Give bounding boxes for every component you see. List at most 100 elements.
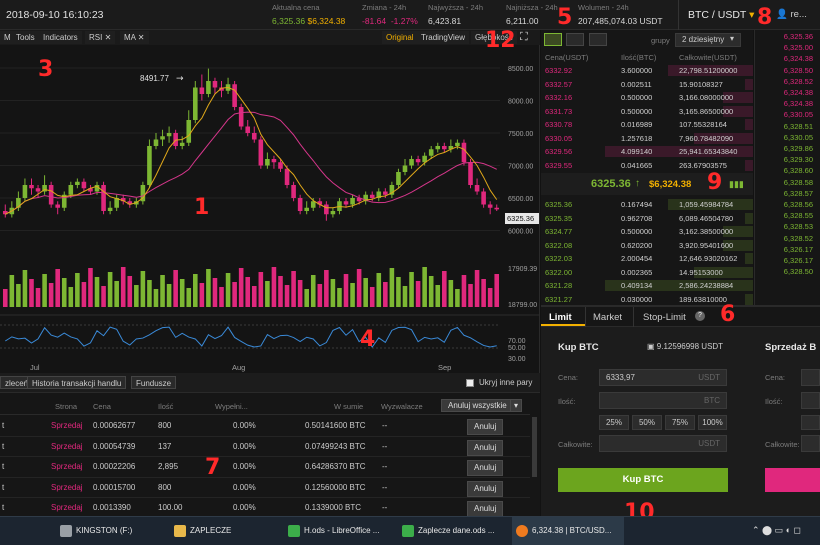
ob-qty: 0.500000 <box>621 227 653 236</box>
chevron-down-icon: ▾ <box>749 9 755 21</box>
volume-bar <box>297 280 303 307</box>
fullscreen-icon[interactable]: ⛶ <box>520 31 528 44</box>
total-input[interactable]: USDT <box>599 435 727 452</box>
orderbook-row[interactable]: 6332.16 0.500000 3,166.08000000 <box>541 91 753 105</box>
order-cell: 0.00022206 <box>93 462 136 471</box>
tab-limit[interactable]: Limit <box>549 312 572 323</box>
candle-body <box>343 201 349 205</box>
tab-stop-limit[interactable]: Stop-Limit <box>643 312 686 323</box>
cancel-order-button[interactable]: Anuluj <box>467 460 504 476</box>
orderbook-row[interactable]: 6325.35 0.962708 6,089.46504780 <box>541 212 753 226</box>
rsi-line <box>5 326 497 348</box>
ob-price: 6330.78 <box>545 120 573 129</box>
hide-pairs-checkbox[interactable] <box>466 379 474 387</box>
cancel-order-button[interactable]: Anuluj <box>467 501 504 517</box>
view-bids-icon[interactable] <box>566 33 584 46</box>
x-tick-label: Jul <box>30 363 40 372</box>
taskbar-kingston[interactable]: KINGSTON (F:) <box>56 517 166 545</box>
ob-price: 6321.28 <box>545 281 573 290</box>
pair-selector[interactable]: BTC / USDT ▾ <box>688 9 754 21</box>
arrow-up-icon: ↑ <box>635 178 640 189</box>
low-value: 6,211.00 <box>506 16 539 26</box>
qty-input[interactable]: BTC <box>599 392 727 409</box>
pct-25-button[interactable]: 25% <box>599 415 629 430</box>
y-tick-label: 7500.00 <box>508 131 533 138</box>
orders-header: Strona Cena Ilość Wypełni... W sumie Wyz… <box>0 397 530 415</box>
orderbook-row[interactable]: 6330.05 1.257618 7,960.78482090 <box>541 132 753 146</box>
view-both-icon[interactable] <box>544 33 562 46</box>
user-menu[interactable]: 👤 re... <box>776 9 807 20</box>
ob-total: 15.90108327 <box>679 79 723 89</box>
cancel-order-button[interactable]: Anuluj <box>467 419 504 435</box>
tools-button[interactable]: Tools <box>12 31 39 44</box>
taskbar-browser[interactable]: 6,324.38 | BTC/USD... <box>512 517 624 545</box>
sell-total-input[interactable] <box>801 435 820 452</box>
close-icon[interactable]: ✕ <box>138 33 145 42</box>
original-view-button[interactable]: Original <box>382 31 418 44</box>
divider <box>633 307 634 327</box>
y-tick-label: 8000.00 <box>508 99 533 106</box>
candle-body <box>402 165 408 172</box>
chevron-down-icon[interactable]: ▾ <box>510 399 523 412</box>
volume-bar <box>474 270 480 307</box>
orderbook-row[interactable]: 6332.92 3.600000 22,798.51200000 <box>541 64 753 78</box>
trade-price: 6,328.58 <box>783 177 813 187</box>
trade-price: 6,328.55 <box>783 211 813 221</box>
ma-indicator[interactable]: MA ✕ <box>120 31 149 44</box>
y-tick-label: 70.00 <box>508 338 526 345</box>
orderbook-row[interactable]: 6330.78 0.016989 107.55328164 <box>541 118 753 132</box>
ob-header-total: Całkowite(USDT) <box>679 53 737 62</box>
peak-marker: 8491.77 → <box>140 74 184 84</box>
volume-bar <box>225 273 231 307</box>
tab-market[interactable]: Market <box>593 312 622 323</box>
tradingview-button[interactable]: TradingView <box>417 31 470 44</box>
indicators-button[interactable]: Indicators <box>39 31 82 44</box>
trade-price: 6,324.38 <box>783 54 813 64</box>
ob-header-qty: Ilość(BTC) <box>621 53 657 62</box>
candle-body <box>186 120 192 143</box>
orderbook-row[interactable]: 6325.36 0.167494 1,059.45984784 <box>541 198 753 212</box>
price-chart[interactable]: 8500.00 8000.00 7500.00 7000.00 6500.00 6000.… <box>0 45 540 373</box>
orderbook-row[interactable]: 6321.28 0.409134 2,586.24238884 <box>541 279 753 293</box>
orderbook-row[interactable]: 6324.77 0.500000 3,162.38500000 <box>541 225 753 239</box>
volume-bar <box>238 268 244 307</box>
volume-bar <box>330 279 336 307</box>
sell-pct-button[interactable] <box>801 415 820 430</box>
pct-75-button[interactable]: 75% <box>665 415 695 430</box>
ob-total: 7,960.78482090 <box>679 133 734 143</box>
orderbook-row[interactable]: 6322.03 2.000454 12,646.93020162 <box>541 252 753 266</box>
orderbook-row[interactable]: 6322.00 0.002365 14.95153000 <box>541 266 753 280</box>
cancel-all-button[interactable]: Anuluj wszystkie <box>441 399 514 412</box>
view-asks-icon[interactable] <box>589 33 607 46</box>
close-icon[interactable]: ✕ <box>105 33 112 42</box>
pct-50-button[interactable]: 50% <box>632 415 662 430</box>
taskbar-zaplecze[interactable]: ZAPLECZE <box>170 517 278 545</box>
tray-icons[interactable]: ⌃ ⬤ ▭ ◐ ◻ <box>752 525 801 536</box>
pct-100-button[interactable]: 100% <box>698 415 727 430</box>
cancel-order-button[interactable]: Anuluj <box>467 480 504 497</box>
buy-button[interactable]: Kup BTC <box>558 468 728 492</box>
cancel-order-button[interactable]: Anuluj <box>467 439 504 456</box>
orderbook-row[interactable]: 6322.08 0.620200 3,920.95401600 <box>541 239 753 253</box>
taskbar-hods[interactable]: H.ods - LibreOffice ... <box>284 517 394 545</box>
datetime: 2018-09-10 16:10:23 <box>6 9 104 21</box>
volume-bar <box>219 287 224 307</box>
price-input[interactable]: 6333,97 USDT <box>599 369 727 386</box>
sell-qty-input[interactable] <box>801 392 820 409</box>
tab-funds[interactable]: Fundusze <box>131 376 177 389</box>
candle-body <box>383 191 388 195</box>
ob-qty: 0.016989 <box>621 120 653 129</box>
sell-price-input[interactable] <box>801 369 820 386</box>
scrollbar[interactable] <box>532 417 537 477</box>
orderbook-row[interactable]: 6332.57 0.002511 15.90108327 <box>541 78 753 92</box>
tab-trade-history[interactable]: Historia transakcji handlu <box>27 376 127 389</box>
rsi-indicator[interactable]: RSI ✕ <box>85 31 116 44</box>
ob-price: 6322.08 <box>545 240 573 250</box>
volume-bar <box>435 285 441 307</box>
help-icon[interactable]: ? <box>695 311 705 321</box>
orderbook-row[interactable]: 6329.56 4.099140 25,941.65343840 <box>541 145 753 159</box>
taskbar-zaplecze-dane[interactable]: Zaplecze dane.ods ... <box>398 517 508 545</box>
volume-bar <box>369 287 375 307</box>
sell-button[interactable] <box>765 468 820 492</box>
orderbook-row[interactable]: 6331.73 0.500000 3,165.86500000 <box>541 105 753 119</box>
